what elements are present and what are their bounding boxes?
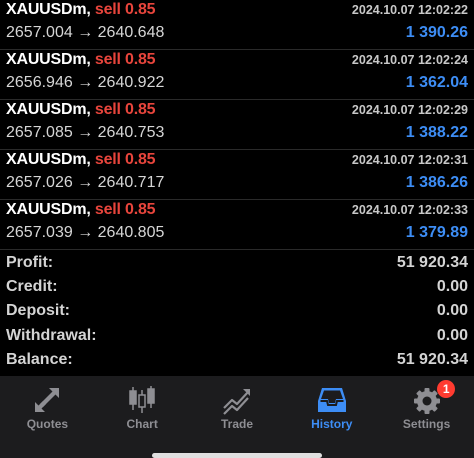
deal-time: 2024.10.07 12:02:31: [351, 153, 468, 167]
home-indicator[interactable]: [152, 453, 322, 458]
deal-prices: 2657.004 → 2640.648: [6, 24, 165, 41]
deal-time: 2024.10.07 12:02:24: [351, 53, 468, 67]
deal-profit: 1 386.26: [405, 174, 468, 191]
deal-row[interactable]: XAUUSDm, sell 0.85 2024.10.07 12:02:29 2…: [0, 100, 474, 150]
summary-label: Credit:: [6, 278, 58, 296]
tab-label: Settings: [402, 417, 451, 431]
tab-quotes[interactable]: Quotes: [0, 376, 95, 458]
arrow-right-icon: →: [77, 124, 94, 141]
arrow-right-icon: →: [77, 174, 94, 191]
summary-value: 0.00: [436, 326, 468, 344]
summary-value: 0.00: [436, 302, 468, 320]
summary-value: 51 920.34: [396, 254, 468, 271]
deal-time: 2024.10.07 12:02:29: [351, 103, 468, 117]
deal-type: sell 0.85: [94, 1, 156, 18]
deal-type: sell 0.85: [94, 201, 156, 218]
tab-settings[interactable]: 1 Settings: [379, 376, 474, 458]
deal-profit: 1 388.22: [405, 124, 468, 141]
summary-label: Profit:: [6, 254, 54, 271]
summary-deposit: Deposit: 0.00: [0, 300, 474, 324]
deals-list: XAUUSDm, sell 0.85 2024.10.07 12:02:22 2…: [0, 0, 474, 250]
deal-row[interactable]: XAUUSDm, sell 0.85 2024.10.07 12:02:33 2…: [0, 200, 474, 250]
deal-profit: 1 379.89: [405, 224, 468, 241]
tab-label: Chart: [126, 417, 158, 431]
deal-symbol: XAUUSDm, sell 0.85: [6, 151, 156, 168]
deal-symbol: XAUUSDm, sell 0.85: [6, 201, 156, 218]
tab-trade[interactable]: Trade: [190, 376, 285, 458]
deal-type: sell 0.85: [94, 51, 156, 68]
tab-label: Trade: [220, 417, 253, 431]
summary-label: Deposit:: [6, 302, 70, 320]
deal-profit: 1 390.26: [405, 24, 468, 41]
deal-row[interactable]: XAUUSDm, sell 0.85 2024.10.07 12:02:24 2…: [0, 50, 474, 100]
deal-type: sell 0.85: [94, 151, 156, 168]
trade-trend-icon: [223, 389, 250, 415]
summary-withdrawal: Withdrawal: 0.00: [0, 325, 474, 349]
history-inbox-icon: [317, 388, 346, 412]
deal-prices: 2657.039 → 2640.805: [6, 224, 165, 241]
deal-row[interactable]: XAUUSDm, sell 0.85 2024.10.07 12:02:22 2…: [0, 0, 474, 50]
summary-balance: Balance: 51 920.34: [0, 349, 474, 373]
candlestick-chart-icon: [129, 386, 155, 413]
deal-profit: 1 362.04: [405, 74, 468, 91]
tab-label: History: [311, 417, 353, 431]
summary-label: Withdrawal:: [6, 326, 97, 344]
deal-symbol: XAUUSDm, sell 0.85: [6, 101, 156, 118]
arrow-right-icon: →: [77, 224, 94, 241]
notification-badge: 1: [437, 380, 456, 398]
summary-value: 51 920.34: [396, 350, 468, 368]
account-summary: Profit: 51 920.34 Credit: 0.00 Deposit: …: [0, 252, 474, 373]
deal-row[interactable]: XAUUSDm, sell 0.85 2024.10.07 12:02:31 2…: [0, 150, 474, 200]
tab-label: Quotes: [26, 417, 69, 431]
bottom-tab-bar: Quotes Chart Trade History 1 Settings: [0, 376, 474, 458]
deal-prices: 2656.946 → 2640.922: [6, 74, 165, 91]
summary-value: 0.00: [436, 278, 468, 296]
tab-history[interactable]: History: [284, 376, 379, 458]
deal-symbol: XAUUSDm, sell 0.85: [6, 51, 156, 68]
summary-profit: Profit: 51 920.34: [0, 252, 474, 276]
deal-prices: 2657.026 → 2640.717: [6, 174, 165, 191]
arrow-right-icon: →: [77, 24, 94, 41]
summary-credit: Credit: 0.00: [0, 276, 474, 300]
deal-time: 2024.10.07 12:02:33: [351, 203, 468, 217]
arrow-right-icon: →: [77, 74, 94, 91]
deal-type: sell 0.85: [94, 101, 156, 118]
deal-time: 2024.10.07 12:02:22: [351, 3, 468, 17]
summary-label: Balance:: [6, 350, 73, 368]
deal-prices: 2657.085 → 2640.753: [6, 124, 165, 141]
tab-chart[interactable]: Chart: [95, 376, 190, 458]
deal-symbol: XAUUSDm, sell 0.85: [6, 1, 156, 18]
quotes-arrows-icon: [35, 388, 60, 412]
